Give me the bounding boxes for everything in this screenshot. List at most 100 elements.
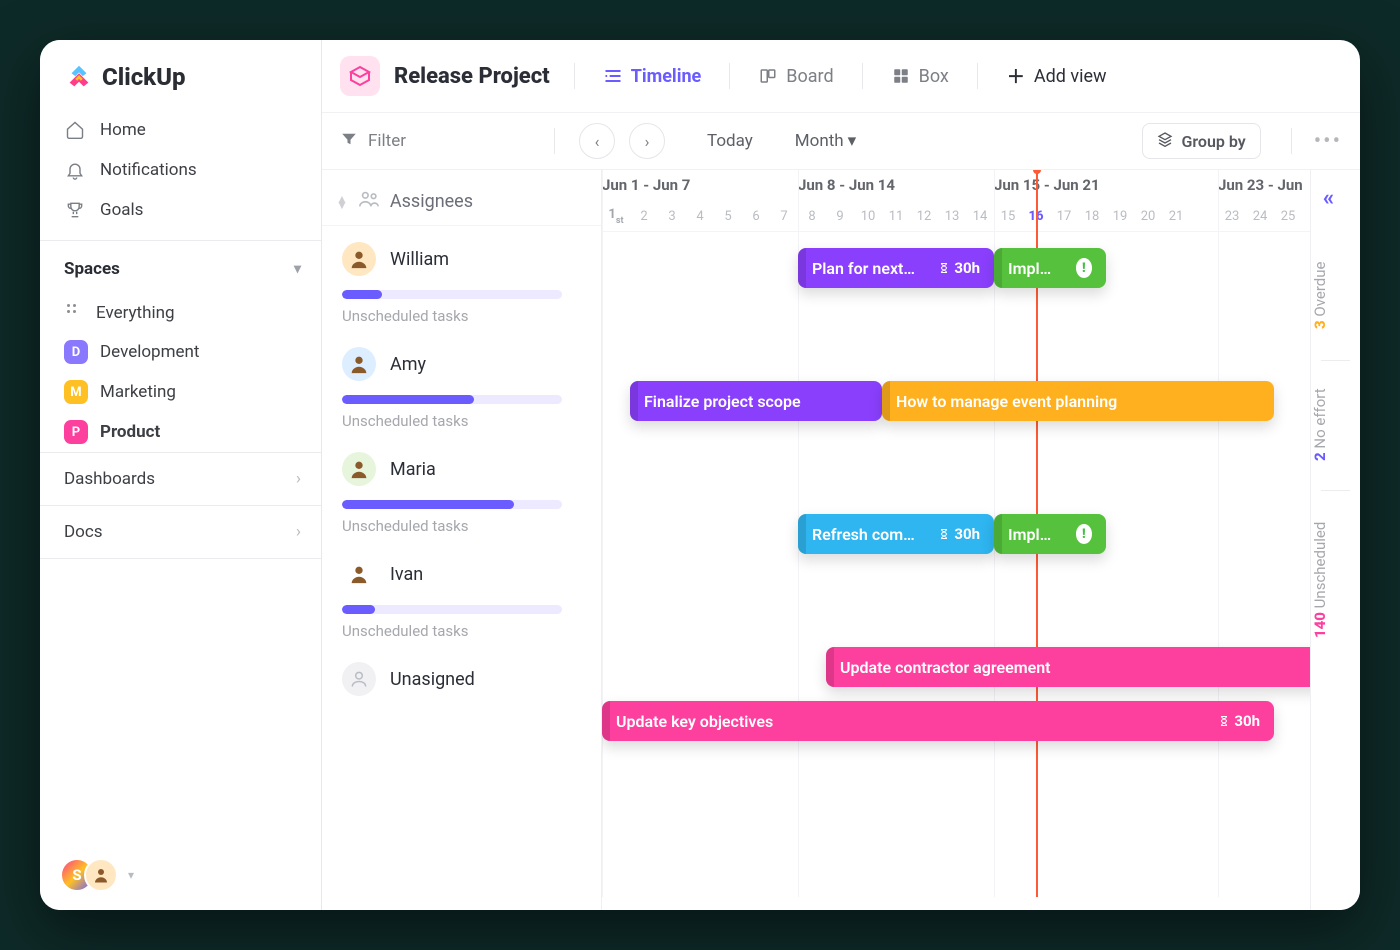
day-label: 14 [966, 209, 994, 224]
collapse-rail-icon[interactable]: « [1323, 186, 1334, 211]
task-bar[interactable]: How to manage event planning [882, 381, 1274, 421]
space-item[interactable]: DDevelopment [40, 332, 321, 372]
day-label: 25 [1274, 209, 1302, 224]
warning-icon: ! [1076, 258, 1092, 278]
chevron-right-icon: › [296, 522, 301, 542]
sidebar: ClickUp Home Notifications Goals Spaces … [40, 40, 322, 910]
workload-bar [342, 605, 562, 614]
day-label: 1st [602, 207, 630, 225]
assignee-column: ▲▼ Assignees WilliamUnscheduled tasksAmy… [322, 170, 602, 910]
nav-docs[interactable]: Docs › [40, 505, 321, 559]
day-label: 5 [714, 209, 742, 224]
add-view[interactable]: ＋ Add view [1002, 62, 1111, 91]
clickup-logo-icon [64, 62, 94, 92]
space-badge: D [64, 340, 88, 364]
nav-notifications[interactable]: Notifications [40, 150, 321, 190]
task-bar[interactable]: Update contractor agreement [826, 647, 1310, 687]
day-label: 9 [826, 209, 854, 224]
assignee-row[interactable]: AmyUnscheduled tasks [322, 331, 601, 436]
task-estimate: 30h [1218, 712, 1260, 730]
nav-dashboards[interactable]: Dashboards › [40, 452, 321, 505]
task-bar[interactable]: Refresh compan…30h [798, 514, 994, 554]
home-icon [64, 119, 86, 141]
task-bar[interactable]: Finalize project scope [630, 381, 882, 421]
board-icon [758, 66, 778, 86]
more-menu[interactable]: ••• [1314, 129, 1342, 154]
space-everything[interactable]: Everything [40, 293, 321, 332]
rail-unscheduled[interactable]: 140 Unscheduled [1311, 500, 1360, 660]
chevron-down-icon[interactable]: ▾ [128, 868, 134, 882]
rail-overdue[interactable]: 3 Overdue [1311, 240, 1360, 350]
view-tab-timeline[interactable]: Timeline [599, 62, 706, 91]
avatar [342, 452, 376, 486]
task-label: How to manage event planning [896, 392, 1117, 411]
day-label: 6 [742, 209, 770, 224]
sort-icon[interactable]: ▲▼ [336, 196, 348, 208]
space-badge: P [64, 420, 88, 444]
day-label: 23 [1218, 209, 1246, 224]
today-button[interactable]: Today [707, 131, 753, 151]
assignee-row[interactable]: Unasigned [322, 646, 601, 702]
gantt-lane: Update contractor agreement Update key ob… [602, 631, 1310, 764]
unscheduled-label: Unscheduled tasks [342, 517, 587, 535]
gantt-lane: Finalize project scope How to manage even… [602, 365, 1310, 498]
rail-noeffort[interactable]: 2 No effort [1311, 370, 1360, 480]
task-bar[interactable]: Plan for next year30h [798, 248, 994, 288]
layers-icon [1157, 131, 1173, 151]
workload-bar [342, 500, 562, 509]
task-estimate: 30h [938, 525, 980, 543]
week-label: Jun 23 - Jun [1218, 176, 1303, 194]
chevron-down-icon: ▾ [848, 131, 857, 151]
user-avatars[interactable]: S [60, 858, 118, 892]
day-label: 7 [770, 209, 798, 224]
task-estimate: 30h [938, 259, 980, 277]
view-tab-box[interactable]: Box [887, 62, 953, 91]
spaces-section[interactable]: Spaces ▾ [40, 245, 321, 293]
filter-button[interactable]: Filter [340, 130, 406, 152]
nav-home[interactable]: Home [40, 110, 321, 150]
space-item[interactable]: PProduct [40, 412, 321, 452]
week-label: Jun 15 - Jun 21 [994, 176, 1100, 194]
avatar [342, 662, 376, 696]
view-tab-board[interactable]: Board [754, 62, 837, 91]
day-label: 8 [798, 209, 826, 224]
chevron-right-icon: › [296, 469, 301, 489]
assignee-row[interactable]: IvanUnscheduled tasks [322, 541, 601, 646]
day-label: 12 [910, 209, 938, 224]
grid-dots-icon [64, 301, 84, 324]
avatar [342, 557, 376, 591]
toolbar: Filter ‹ › Today Month ▾ Group by ••• [322, 113, 1360, 170]
space-badge: M [64, 380, 88, 404]
brand-name: ClickUp [102, 63, 186, 91]
day-label: 17 [1050, 209, 1078, 224]
bell-icon [64, 159, 86, 181]
trophy-icon [64, 199, 86, 221]
topbar: Release Project Timeline Board Box ＋ Add… [322, 40, 1360, 113]
assignee-row[interactable]: Maria Unscheduled tasks [322, 436, 601, 541]
nav-goals[interactable]: Goals [40, 190, 321, 230]
assignee-row[interactable]: WilliamUnscheduled tasks [322, 226, 601, 331]
people-icon [358, 188, 380, 215]
task-label: Implem.. [1008, 259, 1060, 278]
project-title: Release Project [394, 64, 550, 89]
sidebar-footer: S ▾ [40, 840, 321, 910]
task-bar[interactable]: Implem..! [994, 514, 1106, 554]
task-bar[interactable]: Implem..! [994, 248, 1106, 288]
main: Release Project Timeline Board Box ＋ Add… [322, 40, 1360, 910]
task-label: Update key objectives [616, 712, 773, 731]
assignee-name: William [390, 249, 449, 270]
task-bar[interactable]: Update key objectives 30h [602, 701, 1274, 741]
assignee-name: Maria [390, 459, 436, 480]
avatar [342, 242, 376, 276]
range-select[interactable]: Month ▾ [795, 131, 856, 151]
task-label: Finalize project scope [644, 392, 801, 411]
group-by-button[interactable]: Group by [1142, 123, 1260, 159]
prev-button[interactable]: ‹ [579, 123, 615, 159]
gantt-lane [602, 764, 1310, 834]
day-label: 21 [1162, 209, 1190, 224]
gantt-lane: Plan for next year30hImplem..! [602, 232, 1310, 365]
task-label: Implem.. [1008, 525, 1060, 544]
space-item[interactable]: MMarketing [40, 372, 321, 412]
next-button[interactable]: › [629, 123, 665, 159]
day-label: 19 [1106, 209, 1134, 224]
